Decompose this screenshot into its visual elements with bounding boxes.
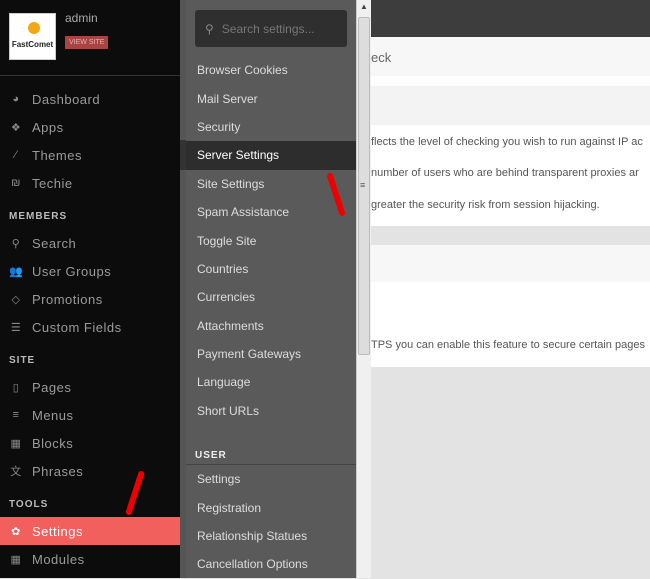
brush-icon: ⁄ bbox=[14, 149, 18, 161]
settings-item-security[interactable]: Security bbox=[186, 113, 356, 141]
sidebar-item-blocks[interactable]: ▦ Blocks bbox=[0, 429, 180, 457]
user-settings-item-settings[interactable]: Settings bbox=[186, 465, 356, 493]
settings-item-mail-server[interactable]: Mail Server bbox=[186, 84, 356, 112]
cubes-icon: ❖ bbox=[10, 121, 22, 134]
sidebar-item-label: Dashboard bbox=[32, 91, 101, 107]
sidebar-item-label: Blocks bbox=[32, 435, 74, 451]
sidebar-item-custom-fields[interactable]: ☰ Custom Fields bbox=[0, 313, 180, 341]
username: admin bbox=[65, 11, 98, 25]
settings-item-currencies[interactable]: Currencies bbox=[186, 283, 356, 311]
sidebar-item-themes[interactable]: ⁄ Themes bbox=[0, 141, 180, 169]
user-settings-item-relationship-statues[interactable]: Relationship Statues bbox=[186, 522, 356, 550]
sidebar-item-search[interactable]: ⚲ Search bbox=[0, 229, 180, 257]
grip-icon: ≡ bbox=[360, 180, 366, 190]
diamond-icon: ◇ bbox=[11, 293, 21, 306]
sidebar-item-phrases[interactable]: 文 Phrases bbox=[0, 457, 180, 485]
section-members: MEMBERS bbox=[9, 211, 68, 222]
sidebar-item-pages[interactable]: ▯ Pages bbox=[0, 373, 180, 401]
sidebar-item-menus[interactable]: ≡ Menus bbox=[0, 401, 180, 429]
user-settings-item-registration[interactable]: Registration bbox=[186, 493, 356, 521]
settings-item-short-urls[interactable]: Short URLs bbox=[186, 397, 356, 425]
sidebar-item-label: Search bbox=[32, 235, 77, 251]
sidebar-item-label: User Groups bbox=[32, 263, 112, 279]
profile-section: FastComet admin VIEW SITE bbox=[0, 0, 180, 76]
settings-item-toggle-site[interactable]: Toggle Site bbox=[186, 226, 356, 254]
settings-item-payment-gateways[interactable]: Payment Gateways bbox=[186, 340, 356, 368]
sidebar-item-dashboard[interactable]: ◕ Dashboard bbox=[0, 85, 180, 113]
sidebar-item-label: Pages bbox=[32, 379, 72, 395]
scroll-up-icon[interactable]: ▲ bbox=[360, 2, 368, 11]
settings-item-attachments[interactable]: Attachments bbox=[186, 312, 356, 340]
users-icon: 👥 bbox=[9, 265, 24, 278]
sidebar-item-label: Apps bbox=[32, 119, 64, 135]
search-settings-input[interactable]: ⚲ Search settings... bbox=[195, 10, 347, 47]
modules-icon: ▦ bbox=[10, 553, 22, 566]
gear-icon: ✿ bbox=[11, 525, 21, 538]
settings-item-spam-assistance[interactable]: Spam Assistance bbox=[186, 198, 356, 226]
list-icon: ☰ bbox=[10, 321, 22, 334]
grid-icon: ▦ bbox=[10, 437, 22, 450]
sidebar-item-label: Techie bbox=[32, 175, 73, 191]
description-line: greater the security risk from session h… bbox=[371, 199, 600, 211]
language-icon: 文 bbox=[10, 466, 22, 478]
sidebar-item-modules[interactable]: ▦ Modules bbox=[0, 545, 180, 573]
sidebar-item-label: Modules bbox=[32, 551, 85, 567]
search-placeholder: Search settings... bbox=[221, 21, 315, 36]
admin-sidebar: FastComet admin VIEW SITE ◕ Dashboard ❖ App… bbox=[0, 0, 180, 578]
sidebar-item-promotions[interactable]: ◇ Promotions bbox=[0, 285, 180, 313]
logo-text: FastComet bbox=[11, 40, 54, 49]
search-icon: ⚲ bbox=[205, 21, 214, 36]
description-line: flects the level of checking you wish to… bbox=[371, 136, 643, 148]
site-logo[interactable]: FastComet bbox=[9, 13, 56, 60]
techie-icon: ₪ bbox=[11, 177, 21, 189]
top-bar bbox=[371, 0, 650, 37]
sidebar-item-apps[interactable]: ❖ Apps bbox=[0, 113, 180, 141]
sidebar-item-label: Phrases bbox=[32, 463, 84, 479]
https-description: TPS you can enable this feature to secur… bbox=[371, 339, 645, 351]
sidebar-item-label: Promotions bbox=[32, 291, 103, 307]
section-site: SITE bbox=[9, 355, 36, 366]
dashboard-icon: ◕ bbox=[12, 93, 20, 105]
settings-menu-scrollbar[interactable]: ▲ ≡ bbox=[356, 0, 371, 578]
settings-item-countries[interactable]: Countries bbox=[186, 255, 356, 283]
user-settings-item-cancellation-options[interactable]: Cancellation Options bbox=[186, 550, 356, 578]
sidebar-item-label: Themes bbox=[32, 147, 82, 163]
sidebar-item-label: Settings bbox=[32, 523, 83, 539]
section-tools: TOOLS bbox=[9, 499, 49, 510]
section-user: USER bbox=[186, 431, 356, 466]
main-content: eck flects the level of checking you wis… bbox=[371, 0, 650, 578]
section-heading: eck bbox=[371, 50, 392, 65]
settings-item-language[interactable]: Language bbox=[186, 368, 356, 396]
view-site-button[interactable]: VIEW SITE bbox=[65, 36, 109, 49]
menu-icon: ≡ bbox=[12, 409, 20, 421]
sidebar-item-user-groups[interactable]: 👥 User Groups bbox=[0, 257, 180, 285]
sidebar-item-settings[interactable]: ✿ Settings bbox=[0, 517, 180, 545]
description-line: number of users who are behind transpare… bbox=[371, 167, 639, 179]
file-icon: ▯ bbox=[12, 381, 20, 394]
sidebar-item-techie[interactable]: ₪ Techie bbox=[0, 169, 180, 197]
sidebar-item-label: Custom Fields bbox=[32, 319, 122, 335]
settings-item-browser-cookies[interactable]: Browser Cookies bbox=[186, 56, 356, 84]
sidebar-item-label: Menus bbox=[32, 407, 74, 423]
settings-menu: ⚲ Search settings... Browser Cookies Mail … bbox=[186, 0, 356, 578]
settings-item-server-settings[interactable]: Server Settings bbox=[186, 141, 356, 170]
search-icon: ⚲ bbox=[11, 237, 21, 250]
